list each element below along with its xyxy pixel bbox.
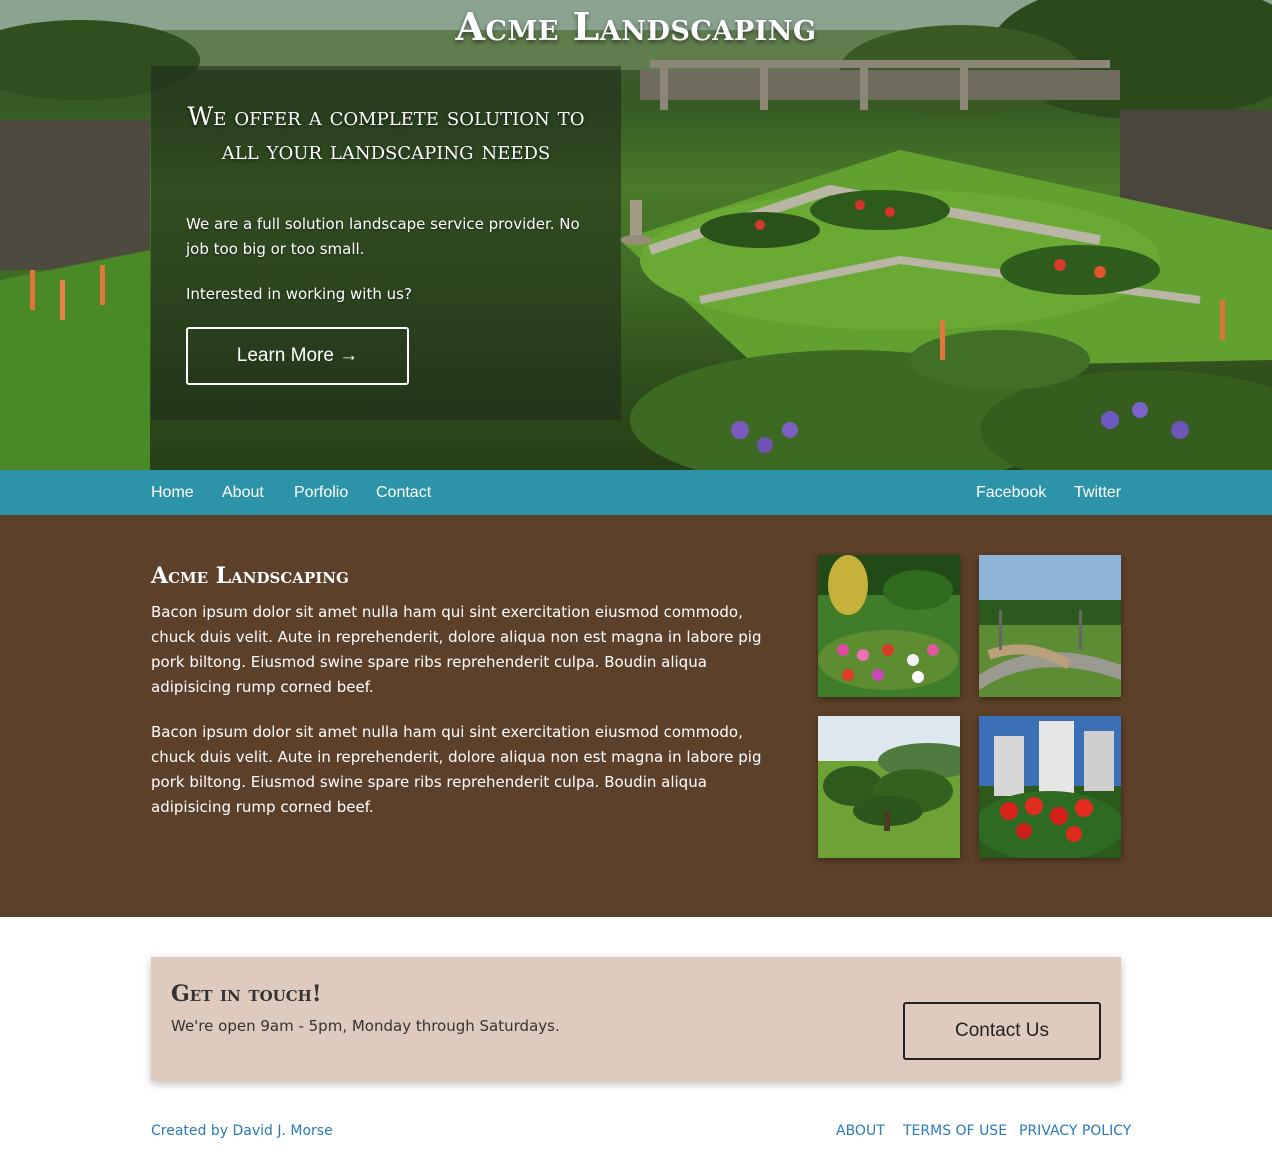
hero-overlay-panel: We offer a complete solution to all your… [151,66,621,420]
gallery-image-tulips-city[interactable] [979,716,1121,858]
footer-terms-link[interactable]: TERMS OF USE [903,1123,1007,1139]
hero-question-text: Interested in working with us? [186,285,412,303]
about-title: Acme Landscaping [151,563,349,589]
contact-hours-text: We're open 9am - 5pm, Monday through Sat… [171,1017,560,1035]
main-nav: Home About Porfolio Contact Facebook Twi… [0,470,1272,515]
nav-about-link[interactable]: About [222,470,264,515]
footer-credit-link[interactable]: Created by David J. Morse [151,1123,333,1139]
footer-about-link[interactable]: ABOUT [836,1123,885,1139]
gallery-image-park-path[interactable] [979,555,1121,697]
hero-section: Acme Landscaping We offer a complete sol… [0,0,1272,470]
contact-callout: Get in touch! We're open 9am - 5pm, Mond… [151,957,1121,1081]
nav-contact-link[interactable]: Contact [376,470,431,515]
hero-heading: We offer a complete solution to all your… [187,102,585,165]
nav-home-link[interactable]: Home [151,470,194,515]
about-paragraph-2: Bacon ipsum dolor sit amet nulla ham qui… [151,723,762,816]
nav-twitter-link[interactable]: Twitter [1074,470,1121,515]
nav-facebook-link[interactable]: Facebook [976,470,1046,515]
footer-privacy-link[interactable]: PRIVACY POLICY [1019,1123,1131,1139]
about-section: Acme Landscaping Bacon ipsum dolor sit a… [0,515,1272,917]
contact-us-button[interactable]: Contact Us [903,1002,1101,1060]
learn-more-button[interactable]: Learn More → [186,327,409,385]
contact-title: Get in touch! [171,981,322,1007]
nav-portfolio-link[interactable]: Porfolio [294,470,348,515]
gallery-image-pine-garden[interactable] [818,716,960,858]
gallery-image-flower-garden[interactable] [818,555,960,697]
site-title: Acme Landscaping [455,4,817,49]
about-paragraph-1: Bacon ipsum dolor sit amet nulla ham qui… [151,603,762,696]
hero-intro-text: We are a full solution landscape service… [186,215,580,258]
